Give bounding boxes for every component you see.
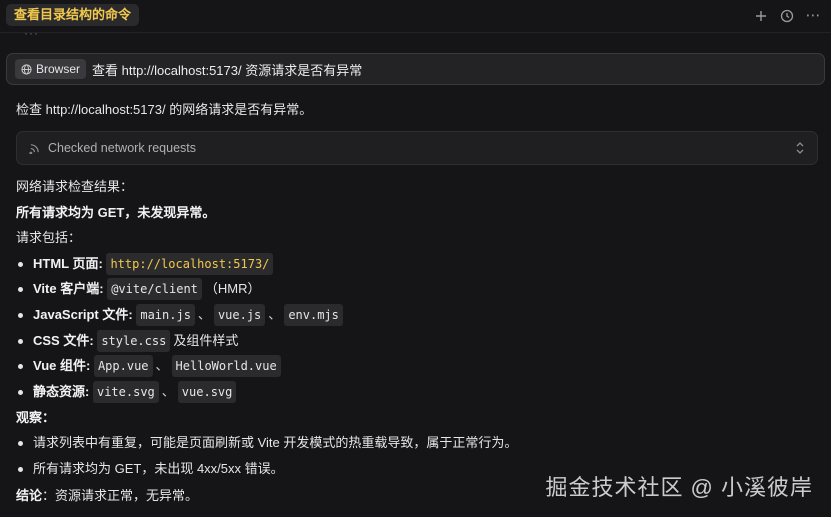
result-heading: 网络请求检查结果： [16, 179, 134, 194]
user-query-box[interactable]: Browser 查看 http://localhost:5173/ 资源请求是否… [6, 53, 825, 85]
list-item: HTML 页面: http://localhost:5173/ [16, 253, 274, 275]
user-query-text: 查看 http://localhost:5173/ 资源请求是否有异常 [92, 62, 363, 78]
intro-text: 检查 http://localhost:5173/ 的网络请求是否有异常。 [16, 102, 313, 117]
inline-code: vite.svg [92, 381, 159, 403]
tool-call-row[interactable]: Checked network requests [16, 131, 818, 165]
watermark: 掘金技术社区 @ 小溪彼岸 [545, 475, 813, 500]
inline-code: env.mjs [284, 304, 343, 326]
browser-chip[interactable]: Browser [15, 59, 87, 79]
globe-icon [21, 63, 32, 75]
bullet-icon [18, 312, 23, 318]
browser-chip-label: Browser [36, 62, 81, 76]
url-code[interactable]: http://localhost:5173/ [106, 253, 274, 275]
network-icon [29, 143, 40, 154]
bullet-icon [18, 466, 23, 472]
list-item: Vue 组件: App.vue 、 HelloWorld.vue [16, 355, 281, 377]
inline-code: @vite/client [107, 278, 202, 300]
bullet-icon [18, 440, 23, 446]
inline-code: HelloWorld.vue [171, 355, 281, 377]
list-item: Vite 客户端: @vite/client （HMR） [16, 278, 261, 300]
bullet-icon [18, 261, 23, 267]
inline-code: style.css [97, 330, 171, 352]
list-item: 所有请求均为 GET，未出现 4xx/5xx 错误。 [16, 459, 284, 479]
list-item: 静态资源: vite.svg 、 vue.svg [16, 381, 237, 403]
bullet-icon [18, 338, 23, 344]
list-item: 请求列表中有重复，可能是页面刷新或 Vite 开发模式的热重载导致，属于正常行为… [16, 433, 517, 453]
bullet-icon [18, 389, 23, 395]
bullet-icon [18, 363, 23, 369]
chevron-updown-icon[interactable] [795, 141, 805, 158]
observe-label: 观察： [16, 410, 56, 425]
conclusion-line: 结论：资源请求正常，无异常。 [16, 488, 199, 503]
chat-title-tab[interactable]: 查看目录结构的命令 [6, 4, 140, 26]
chat-header: 查看目录结构的命令 ⋯ [0, 0, 831, 33]
header-actions: ⋯ [751, 6, 823, 26]
list-item: CSS 文件: style.css 及组件样式 [16, 330, 238, 352]
inline-code: vue.svg [177, 381, 237, 403]
plus-icon[interactable] [751, 6, 771, 26]
inline-code: main.js [136, 304, 195, 326]
more-icon[interactable]: ⋯ [803, 6, 823, 26]
inline-code: App.vue [93, 355, 153, 377]
summary-text: 所有请求均为 GET，未发现异常。 [16, 205, 216, 220]
tool-call-label: Checked network requests [48, 141, 196, 155]
collapsed-ellipsis[interactable]: ··· [24, 27, 39, 39]
includes-label: 请求包括： [16, 230, 82, 245]
bullet-icon [18, 286, 23, 292]
list-item: JavaScript 文件: main.js 、 vue.js 、 env.mj… [16, 304, 343, 326]
inline-code: vue.js [213, 304, 266, 326]
history-icon[interactable] [777, 6, 797, 26]
